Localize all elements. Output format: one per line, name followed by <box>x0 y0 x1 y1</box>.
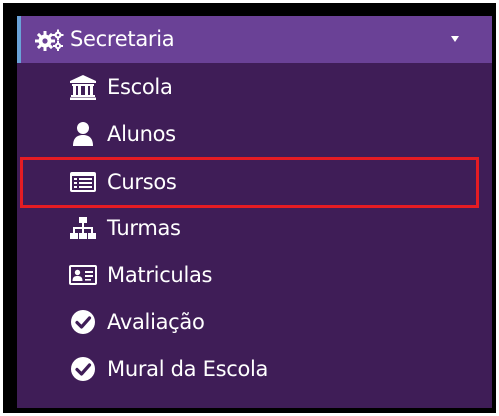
user-icon <box>73 122 93 146</box>
menu-item-matriculas[interactable]: Matriculas <box>17 253 492 297</box>
caret-down-icon[interactable] <box>451 36 459 42</box>
check-circle-icon <box>71 310 95 334</box>
menu-item-label: Escola <box>107 75 173 99</box>
gears-icon <box>35 29 64 51</box>
menu-item-label: Turmas <box>107 216 181 240</box>
list-alt-icon <box>70 172 96 192</box>
screenshot-frame: Secretaria Escola Alunos Cursos Turmas M… <box>3 3 496 413</box>
menu-item-avaliacao[interactable]: Avaliação <box>17 300 492 344</box>
menu-item-label: Avaliação <box>107 310 205 334</box>
secretaria-menu-header[interactable]: Secretaria <box>17 16 492 63</box>
check-circle-icon <box>71 357 95 381</box>
menu-item-label: Mural da Escola <box>107 357 269 381</box>
menu-item-alunos[interactable]: Alunos <box>17 112 492 156</box>
menu-item-escola[interactable]: Escola <box>17 65 492 109</box>
menu-item-turmas[interactable]: Turmas <box>17 206 492 250</box>
menu-item-mural-da-escola[interactable]: Mural da Escola <box>17 347 492 391</box>
menu-item-cursos[interactable]: Cursos <box>17 160 492 204</box>
sidebar-bottom-edge <box>17 404 492 408</box>
menu-item-label: Alunos <box>107 122 176 146</box>
id-card-icon <box>69 265 97 285</box>
menu-item-label: Cursos <box>107 170 177 194</box>
sitemap-icon <box>70 217 96 239</box>
sidebar-menu: Secretaria Escola Alunos Cursos Turmas M… <box>17 16 492 408</box>
menu-item-label: Matriculas <box>107 263 213 287</box>
institution-icon <box>70 75 96 100</box>
section-title: Secretaria <box>70 27 175 51</box>
